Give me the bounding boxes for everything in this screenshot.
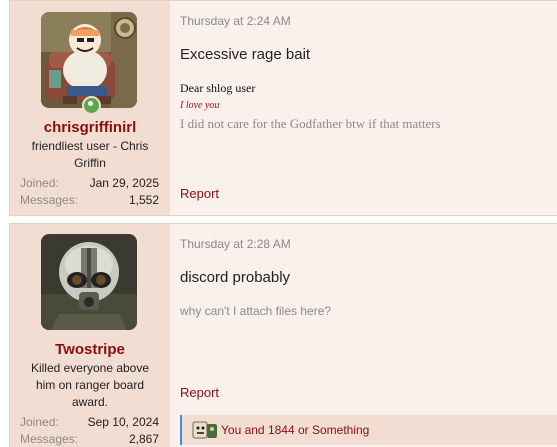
joined-value: Jan 29, 2025 [89, 176, 159, 190]
post-date[interactable]: Thursday at 2:28 AM [180, 237, 291, 251]
message-user-column: Twostripe Killed everyone above him on r… [10, 224, 170, 447]
user-avatar[interactable] [41, 12, 137, 108]
reaction-emoji-icon [192, 421, 217, 439]
helmet-soldier-avatar-icon [41, 234, 137, 330]
message-post: Twostripe Killed everyone above him on r… [9, 223, 557, 447]
messages-value: 1,552 [128, 193, 159, 207]
online-status-icon [82, 96, 101, 115]
messages-value: 2,867 [128, 432, 159, 446]
user-title: Killed everyone above him on ranger boar… [30, 361, 150, 409]
messages-label: Messages: [20, 193, 79, 207]
reactions-summary-link[interactable]: You and 1844 or Something [221, 423, 369, 437]
post-aside: I love you [180, 100, 220, 111]
reactions-bar: You and 1844 or Something [180, 415, 557, 445]
message-user-column: chrisgriffinirl friendliest user - Chris… [10, 1, 170, 215]
post-body-text: I did not care for the Godfather btw if … [180, 116, 441, 131]
joined-label: Joined: [20, 415, 59, 429]
report-link[interactable]: Report [180, 385, 219, 400]
joined-label: Joined: [20, 176, 59, 190]
joined-value: Sep 10, 2024 [87, 415, 159, 429]
message-content: Thursday at 2:28 AM discord probably why… [170, 224, 557, 447]
message-post: chrisgriffinirl friendliest user - Chris… [9, 0, 557, 216]
joined-stat: Joined: Sep 10, 2024 [20, 415, 159, 429]
username-link[interactable]: chrisgriffinirl [10, 119, 170, 136]
post-date[interactable]: Thursday at 2:24 AM [180, 14, 291, 28]
post-greeting: Dear shlog user [180, 81, 256, 95]
messages-stat: Messages: 2,867 [20, 432, 159, 446]
report-link[interactable]: Report [180, 186, 219, 201]
cartoon-avatar-icon [41, 12, 137, 108]
message-content: Thursday at 2:24 AM Excessive rage bait … [170, 1, 557, 215]
post-body-text: why can't I attach files here? [180, 304, 332, 318]
post-title: discord probably [180, 269, 291, 286]
joined-stat: Joined: Jan 29, 2025 [20, 176, 159, 190]
user-avatar[interactable] [41, 234, 137, 330]
messages-stat: Messages: 1,552 [20, 193, 159, 207]
post-title: Excessive rage bait [180, 46, 311, 63]
user-title: friendliest user - Chris Griffin [31, 139, 149, 170]
messages-label: Messages: [20, 432, 79, 446]
username-link[interactable]: Twostripe [10, 341, 170, 358]
